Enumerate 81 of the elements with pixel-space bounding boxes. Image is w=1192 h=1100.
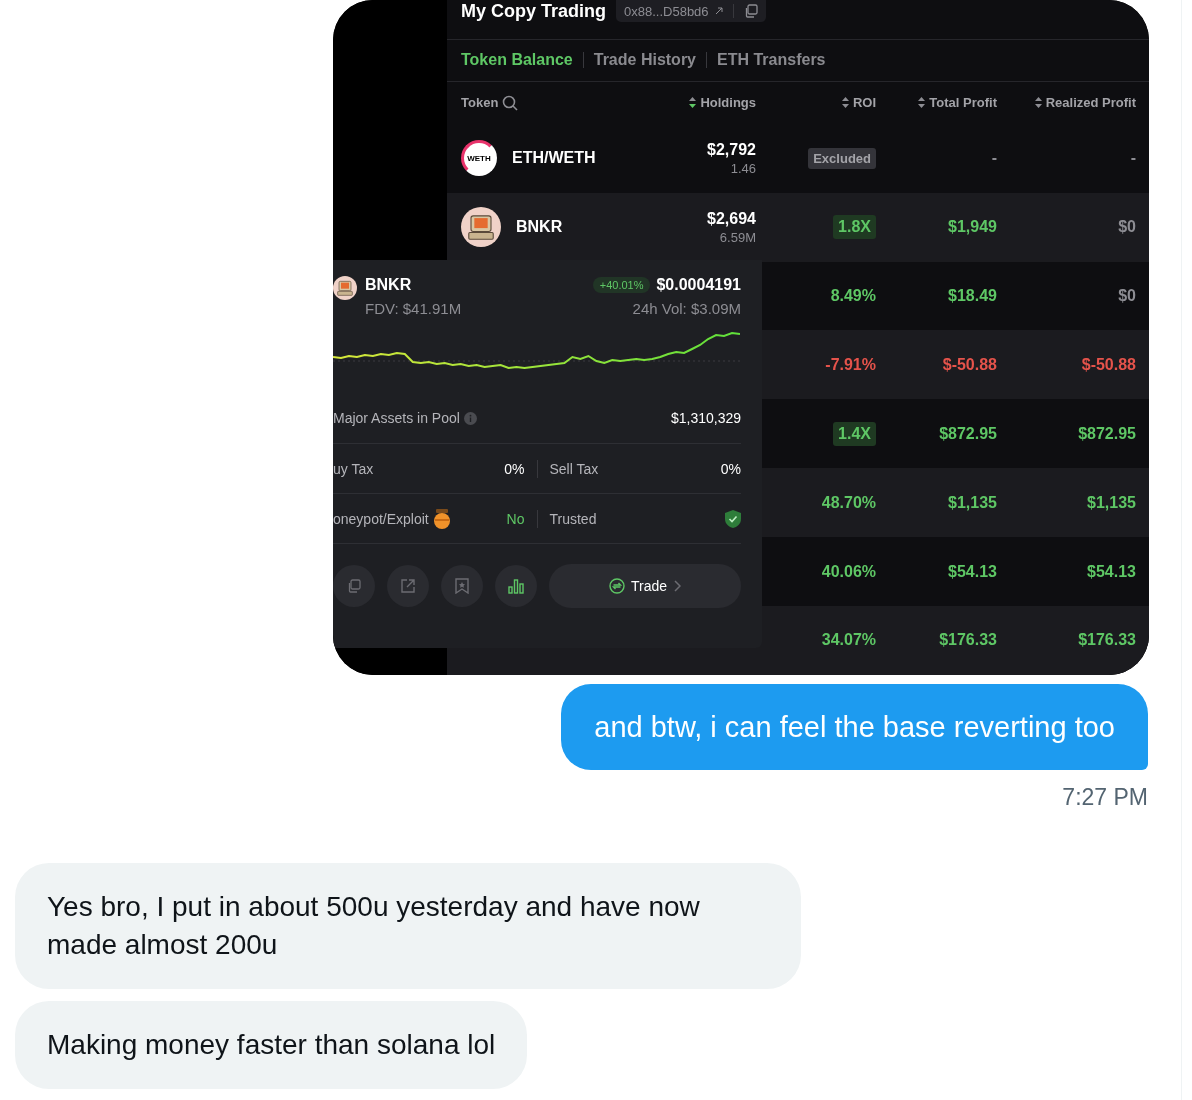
column-header[interactable]: Holdings [700,95,756,111]
roi-value: 34.07% [821,631,876,650]
chart-button[interactable] [495,565,537,607]
total-profit: $1,135 [948,493,997,512]
holdings-amount: 1.46 [730,160,756,176]
sort-icon[interactable] [918,97,926,109]
copy-icon[interactable] [347,579,361,593]
check-label: Trusted [549,510,597,527]
roi-multiplier: 1.4X [833,421,876,446]
realized-profit: $0 [1118,287,1136,306]
total-profit: $176.33 [939,631,997,650]
search-icon[interactable] [502,94,519,111]
swap-icon [608,578,625,594]
received-message: Yes bro, I put in about 500u yesterday and have now made almost 200u [15,863,801,989]
realized-profit: $176.33 [1078,631,1136,650]
external-link-icon [714,7,723,15]
tab[interactable]: Trade History [593,51,696,70]
sort-icon[interactable] [1034,97,1042,109]
tab[interactable]: Token Balance [461,51,573,70]
bookmark-star-icon [455,578,469,594]
roi-value: 40.06% [821,562,876,581]
sort-icon[interactable] [689,97,697,109]
holdings-value: $2,792 [707,140,756,159]
check-value: No [506,510,525,527]
check-label: oneypot/Exploit [333,510,429,527]
fdv-value: FDV: $41.91M [365,300,462,317]
excluded-tag: Excluded [808,147,876,169]
check-label: uy Tax [333,460,374,477]
total-profit: $-50.88 [942,355,997,374]
pool-value: $1,310,329 [670,410,741,426]
holdings-value: $2,694 [707,209,756,228]
volume-value: 24h Vol: $3.09M [632,300,741,317]
total-profit: $872.95 [939,424,997,443]
price-change: +40.01% [592,277,651,293]
holdings-amount: 6.59M [719,229,756,245]
realized-profit: $54.13 [1087,562,1136,581]
roi-value: 8.49% [830,287,876,306]
token-name[interactable]: ETH/WETH [512,149,596,168]
column-header[interactable]: Realized Profit [1045,95,1136,111]
received-message: Making money faster than solana lol [15,1001,528,1089]
shield-check-icon [725,509,741,528]
realized-profit: $0 [1118,218,1136,237]
chevron-right-icon [673,580,682,592]
honey-jar-icon [432,507,451,530]
wallet-address-chip[interactable]: 0x88...D58bd6 [616,0,766,22]
sent-message: and btw, i can feel the base reverting too [561,684,1148,770]
token-name[interactable]: BNKR [516,218,563,237]
message-time: 7:27 PM [1062,784,1148,811]
roi-multiplier: 1.8X [833,215,876,240]
roi-value: 48.70% [821,493,876,512]
pool-label: Major Assets in Pool [333,410,477,426]
total-profit: $1,949 [948,218,997,237]
trade-button[interactable]: Trade [549,564,741,608]
realized-profit: - [1130,149,1136,168]
column-header[interactable]: ROI [852,95,876,111]
token-avatar [461,207,501,248]
copy-icon[interactable] [743,4,758,18]
check-value: 0% [504,460,525,477]
roi-value: -7.91% [825,355,876,374]
token-logo: WETH [461,140,497,177]
check-label: Sell Tax [549,460,599,477]
page-title: My Copy Trading [461,0,606,22]
token-price: $0.0004191 [656,276,741,294]
external-link-icon [400,578,416,594]
bar-chart-icon [508,578,524,594]
sort-icon[interactable] [841,97,849,109]
token-avatar [333,276,357,300]
column-header[interactable]: Total Profit [929,95,997,111]
copy-button[interactable] [333,565,375,607]
token-name: BNKR [365,276,412,294]
realized-profit: $872.95 [1078,424,1136,443]
total-profit: - [991,149,997,168]
bookmark-button[interactable] [441,565,483,607]
open-link-button[interactable] [387,565,429,607]
tab[interactable]: ETH Transfers [717,51,826,70]
total-profit: $18.49 [948,287,997,306]
column-header[interactable]: Token [461,95,499,111]
check-value: 0% [720,460,741,477]
realized-profit: $1,135 [1087,493,1136,512]
total-profit: $54.13 [948,562,997,581]
realized-profit: $-50.88 [1081,355,1136,374]
